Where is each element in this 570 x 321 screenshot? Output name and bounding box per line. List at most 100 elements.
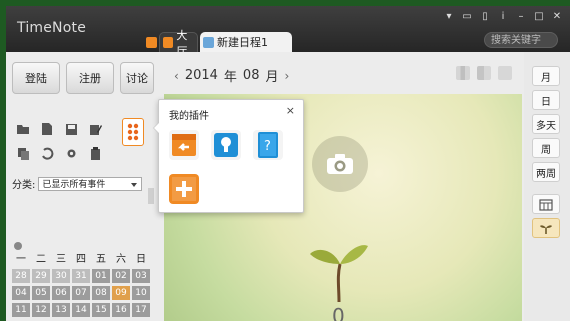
layout-toggles — [456, 66, 512, 80]
tab-hall[interactable]: 大厅 — [159, 29, 198, 58]
title-bar: TimeNote 大厅 新建日程1 ▾ ▭ ▯ i – □ ✕ 搜索关键字 — [6, 6, 570, 58]
document-icon[interactable] — [40, 122, 54, 136]
month-unit: 月 — [265, 70, 279, 85]
collapse-handle[interactable] — [148, 188, 154, 204]
columns-view-icon[interactable] — [456, 66, 470, 80]
search-input[interactable]: 搜索关键字 — [484, 32, 558, 48]
timenote-window: TimeNote 大厅 新建日程1 ▾ ▭ ▯ i – □ ✕ 搜索关键字 登陆 — [6, 6, 570, 321]
app-name: TimeNote — [17, 20, 87, 36]
maximize-icon[interactable]: □ — [534, 12, 544, 22]
weekday-tue: 二 — [36, 254, 46, 265]
weekday-sun: 日 — [136, 254, 146, 265]
sprout-view-button[interactable] — [532, 218, 560, 238]
calendar-day[interactable]: 13 — [52, 303, 70, 317]
calendar-collapse-icon[interactable] — [14, 242, 22, 250]
folder-icon[interactable] — [16, 122, 30, 136]
calendar-view-button[interactable] — [532, 194, 560, 214]
popup-pointer — [153, 122, 159, 134]
calendar-day[interactable]: 06 — [52, 286, 70, 300]
category-label: 分类: — [12, 180, 36, 191]
prev-month-icon[interactable]: ‹ — [174, 69, 179, 83]
date-navigator: ‹ 2014 年 08 月 › — [174, 66, 289, 85]
left-panel: 登陆 注册 讨论 分类: 已显示所有事件 一 二 三 四 五 六 日 28 29… — [6, 52, 154, 321]
right-panel: 月 日 多天 周 两周 — [524, 52, 570, 321]
clipboard-icon[interactable] — [88, 146, 102, 160]
view-day-button[interactable]: 日 — [532, 90, 560, 110]
grid-view-icon[interactable] — [477, 66, 491, 80]
view-month-button[interactable]: 月 — [532, 66, 560, 86]
calendar-day[interactable]: 28 — [12, 269, 30, 283]
calendar-day[interactable]: 29 — [32, 269, 50, 283]
calendar-day[interactable]: 14 — [72, 303, 90, 317]
calendar-day[interactable]: 17 — [132, 303, 150, 317]
calendar-day[interactable]: 15 — [92, 303, 110, 317]
close-icon[interactable]: ✕ — [552, 12, 562, 22]
mini-calendar: 28 29 30 31 01 02 03 04 05 06 07 08 09 1… — [12, 269, 154, 317]
minimize-icon[interactable]: – — [516, 12, 526, 22]
calendar-day[interactable]: 11 — [12, 303, 30, 317]
year-value: 2014 — [184, 68, 218, 83]
sprout-icon — [540, 224, 552, 234]
tab-new-schedule[interactable]: 新建日程1 — [200, 32, 292, 52]
plugins-button[interactable] — [122, 118, 144, 146]
month-value: 08 — [242, 68, 260, 83]
calendar-day[interactable]: 31 — [72, 269, 90, 283]
tab-new-schedule-label: 新建日程1 — [217, 36, 268, 49]
tile-view-icon[interactable] — [498, 66, 512, 80]
popup-title: 我的插件 — [169, 111, 209, 122]
weekday-mon: 一 — [16, 254, 26, 265]
calendar-day[interactable]: 07 — [72, 286, 90, 300]
category-filter: 分类: 已显示所有事件 — [12, 176, 143, 191]
add-plugin-icon[interactable] — [169, 174, 199, 204]
weekday-thu: 四 — [76, 254, 86, 265]
view-two-weeks-button[interactable]: 两周 — [532, 162, 560, 182]
calendar-day[interactable]: 08 — [92, 286, 110, 300]
calendar-day[interactable]: 30 — [52, 269, 70, 283]
camera-icon[interactable] — [312, 136, 368, 192]
calendar-day[interactable]: 04 — [12, 286, 30, 300]
discuss-button[interactable]: 讨论 — [120, 62, 154, 94]
plugin-import-icon[interactable] — [169, 130, 199, 160]
toolbar-row-1 — [16, 122, 102, 136]
sprout-illustration — [310, 245, 368, 302]
close-icon[interactable]: × — [286, 104, 295, 117]
calendar-day[interactable]: 05 — [32, 286, 50, 300]
hall-icon — [163, 37, 174, 48]
home-tab-icon[interactable] — [146, 37, 157, 48]
weekday-sat: 六 — [116, 254, 126, 265]
edit-icon[interactable] — [88, 122, 102, 136]
calendar-day[interactable]: 16 — [112, 303, 130, 317]
plugin-idea-icon[interactable] — [211, 130, 241, 160]
event-counter: 0 — [332, 304, 345, 321]
login-button[interactable]: 登陆 — [12, 62, 60, 94]
calendar-day-today[interactable]: 09 — [112, 286, 130, 300]
svg-text:?: ? — [264, 139, 271, 154]
calendar-day[interactable]: 10 — [132, 286, 150, 300]
schedule-icon — [203, 36, 214, 48]
year-unit: 年 — [223, 70, 237, 85]
plugin-help-book-icon[interactable]: ? — [253, 130, 283, 160]
battery-icon[interactable]: ▯ — [480, 12, 490, 22]
weekday-header: 一 二 三 四 五 六 日 — [12, 250, 154, 265]
calendar-icon — [539, 198, 553, 211]
view-week-button[interactable]: 周 — [532, 138, 560, 158]
view-multiday-button[interactable]: 多天 — [532, 114, 560, 134]
copy-icon[interactable] — [16, 146, 30, 160]
undo-icon[interactable] — [40, 146, 54, 160]
next-month-icon[interactable]: › — [284, 69, 289, 83]
toolbar-row-2 — [16, 146, 102, 160]
category-select[interactable]: 已显示所有事件 — [38, 176, 143, 191]
gear-icon[interactable] — [64, 146, 78, 160]
plugins-popup: 我的插件 × ? — [153, 99, 304, 213]
calendar-day[interactable]: 12 — [32, 303, 50, 317]
mail-icon[interactable]: ▭ — [462, 12, 472, 22]
weekday-fri: 五 — [96, 254, 106, 265]
calendar-day[interactable]: 01 — [92, 269, 110, 283]
skin-icon[interactable]: ▾ — [444, 12, 454, 22]
save-icon[interactable] — [64, 122, 78, 136]
register-button[interactable]: 注册 — [66, 62, 114, 94]
window-controls: ▾ ▭ ▯ i – □ ✕ — [444, 12, 562, 22]
info-icon[interactable]: i — [498, 12, 508, 22]
calendar-day[interactable]: 03 — [132, 269, 150, 283]
calendar-day[interactable]: 02 — [112, 269, 130, 283]
